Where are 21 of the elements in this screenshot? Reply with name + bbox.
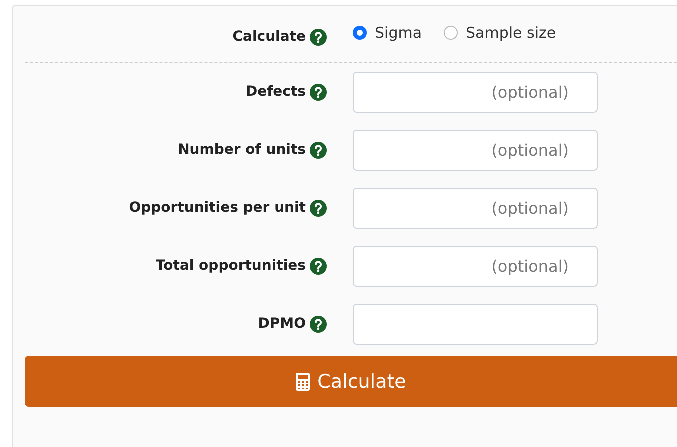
- input-field[interactable]: (optional): [353, 188, 598, 228]
- input-field[interactable]: [353, 304, 598, 344]
- field-label: Calculate: [232, 29, 306, 45]
- help-icon[interactable]: [310, 316, 327, 332]
- input-field[interactable]: (optional): [353, 246, 598, 286]
- calculate-button[interactable]: Calculate: [25, 356, 677, 407]
- radio-option[interactable]: Sample size: [444, 24, 556, 42]
- help-icon[interactable]: [310, 142, 327, 158]
- field-label: Total opportunities: [156, 258, 306, 274]
- help-icon[interactable]: [310, 28, 327, 46]
- input-field[interactable]: (optional): [353, 130, 598, 170]
- input-field[interactable]: (optional): [353, 72, 598, 112]
- help-icon[interactable]: [310, 84, 327, 100]
- radio-option[interactable]: Sigma: [353, 24, 422, 42]
- help-icon[interactable]: [310, 258, 327, 274]
- field-label: Defects: [246, 84, 306, 100]
- field-label: DPMO: [258, 316, 306, 332]
- help-icon[interactable]: [310, 200, 327, 216]
- calculator-icon: [296, 372, 310, 390]
- field-label: Number of units: [178, 142, 306, 158]
- field-label: Opportunities per unit: [129, 200, 306, 216]
